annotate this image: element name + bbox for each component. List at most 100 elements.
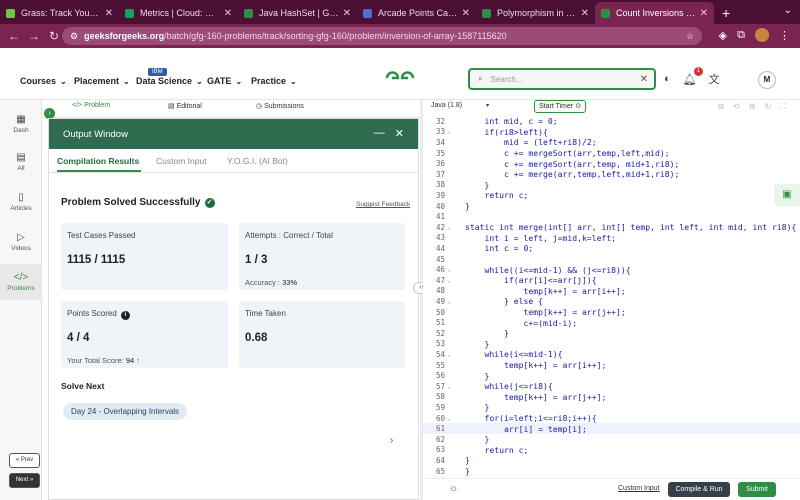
rail-item-all[interactable]: ▤ All [0, 152, 42, 172]
lightbulb-icon[interactable]: ☼ [449, 483, 458, 494]
fold-chevron-icon[interactable]: ⌄ [445, 266, 453, 273]
new-tab-button[interactable]: + [722, 2, 730, 24]
forward-icon[interactable]: → [24, 29, 44, 43]
close-icon[interactable]: ✕ [395, 127, 404, 140]
code-line[interactable]: 46 ⌄ while((i<=mid-1) && (j<=ri8)){ [423, 264, 800, 275]
tab-custom-input[interactable]: Custom Input [156, 156, 207, 166]
fold-chevron-icon[interactable]: ⌄ [445, 383, 453, 390]
compile-run-button[interactable]: Compile & Run [668, 482, 730, 497]
url-field[interactable]: ⚙ geeksforgeeks.org/batch/gfg-160-proble… [62, 27, 702, 45]
code-line[interactable]: 44 int c = 0; [423, 243, 800, 254]
browser-tab[interactable]: Arcade Points Calculato ✕ [357, 2, 476, 24]
code-line[interactable]: 62 } [423, 434, 800, 445]
code-line[interactable]: 49 ⌄ } else { [423, 296, 800, 307]
code-line[interactable]: 40} [423, 201, 800, 212]
code-line[interactable]: 63 return c; [423, 445, 800, 456]
translate-icon[interactable]: 文 [709, 71, 720, 87]
code-line[interactable]: 39 return c; [423, 190, 800, 201]
browser-tab[interactable]: Grass: Track Your Rewa ✕ [0, 2, 119, 24]
tab-yogi-ai-bot[interactable]: Y.O.G.I. (AI Bot) [227, 156, 288, 166]
code-line[interactable]: 59 } [423, 402, 800, 413]
fold-chevron-icon[interactable]: ⌄ [445, 298, 453, 305]
code-line[interactable]: 58 temp[k++] = arr[j++]; [423, 392, 800, 403]
browser-tab[interactable]: Polymorphism in Java | ✕ [476, 2, 595, 24]
code-line[interactable]: 64} [423, 455, 800, 466]
rail-item-problems[interactable]: </> Problems [0, 264, 42, 300]
code-line[interactable]: 41 [423, 211, 800, 222]
menu-data-science[interactable]: Data Science ⌄ [136, 76, 203, 86]
rail-item-articles[interactable]: ▯ Articles [0, 192, 42, 212]
back-icon[interactable]: ← [4, 29, 24, 43]
tab-compilation-results[interactable]: Compilation Results [57, 156, 139, 166]
submit-button[interactable]: Submit [738, 482, 776, 497]
fold-chevron-icon[interactable]: ⌄ [445, 128, 453, 135]
fold-chevron-icon[interactable]: ⌄ [445, 277, 453, 284]
code-line[interactable]: 54 ⌄ while(i<=mid-1){ [423, 349, 800, 360]
reload-icon[interactable]: ↻ [44, 29, 64, 43]
code-line[interactable]: 61 arr[i] = temp[i]; [423, 423, 800, 434]
profile-avatar[interactable] [755, 28, 769, 42]
fold-chevron-icon[interactable]: ⌄ [445, 351, 453, 358]
code-line[interactable]: 35 c += mergeSort(arr,temp,left,mid); [423, 148, 800, 159]
code-line[interactable]: 34 mid = (left+ri8)/2; [423, 137, 800, 148]
custom-input-link[interactable]: Custom Input [618, 485, 660, 492]
code-line[interactable]: 52 } [423, 328, 800, 339]
extension-icon[interactable]: ◈ [719, 29, 727, 42]
code-line[interactable]: 55 temp[k++] = arr[i++]; [423, 360, 800, 371]
next-button[interactable]: Next » [9, 473, 40, 488]
close-tab-icon[interactable]: ✕ [224, 8, 232, 19]
chevron-right-icon[interactable]: › [390, 435, 393, 446]
code-line[interactable]: 47 ⌄ if(arr[i]<=arr[j]){ [423, 275, 800, 286]
menu-placement[interactable]: Placement ⌄ [74, 76, 130, 86]
reset-icon[interactable]: ⟲ [733, 102, 740, 112]
search-input[interactable]: ⌕ Search... ✕ [468, 68, 656, 90]
close-tab-icon[interactable]: ✕ [700, 8, 708, 19]
code-line[interactable]: 45 [423, 254, 800, 265]
close-tab-icon[interactable]: ✕ [581, 8, 589, 19]
rail-item-dash[interactable]: ▦ Dash [0, 114, 42, 134]
close-tab-icon[interactable]: ✕ [105, 8, 113, 19]
code-line[interactable]: 56 } [423, 370, 800, 381]
user-avatar[interactable]: M [758, 71, 776, 89]
extensions-puzzle-icon[interactable]: ⧉ [737, 29, 745, 42]
code-line[interactable]: 36 c += mergeSort(arr,temp, mid+1,ri8); [423, 158, 800, 169]
tab-editorial[interactable]: ▤ Editorial [168, 102, 202, 110]
fold-chevron-icon[interactable]: ⌄ [445, 224, 453, 231]
code-line[interactable]: 53 } [423, 339, 800, 350]
tab-problem[interactable]: </> Problem [72, 102, 110, 109]
minimize-icon[interactable]: — [374, 127, 385, 140]
tab-submissions[interactable]: ◷ Submissions [256, 102, 304, 110]
rail-item-videos[interactable]: ▷ Videos [0, 232, 42, 252]
bell-icon[interactable]: 🔔︎ 1 [683, 66, 703, 86]
browser-tab[interactable]: Count Inversions | Prac ✕ [595, 2, 714, 24]
prev-button[interactable]: « Prev [9, 453, 40, 468]
code-line[interactable]: 37 c += merge(arr,temp,left,mid+1,ri8); [423, 169, 800, 180]
language-select[interactable]: Java (1.8) ▾ [431, 102, 489, 109]
code-line[interactable]: 65} [423, 466, 800, 477]
dark-mode-icon[interactable]: ◐ [664, 73, 671, 85]
code-line[interactable]: 38 } [423, 180, 800, 191]
code-line[interactable]: 32 int mid, c = 0; [423, 116, 800, 127]
browser-menu-icon[interactable]: ⋮ [779, 29, 790, 42]
site-info-icon[interactable]: ⚙ [70, 31, 78, 42]
info-icon[interactable]: i [120, 311, 130, 320]
suggest-feedback-link[interactable]: Suggest Feedback [356, 201, 410, 208]
code-line[interactable]: 33 ⌄ if(ri8>left){ [423, 127, 800, 138]
menu-courses[interactable]: Courses ⌄ [20, 76, 67, 86]
menu-gate[interactable]: GATE ⌄ [207, 76, 242, 86]
code-line[interactable]: 48 temp[k++] = arr[i++]; [423, 286, 800, 297]
settings-icon[interactable]: ⚙ [749, 102, 756, 112]
tab-search-icon[interactable]: ⌄ [784, 5, 792, 16]
code-line[interactable]: 51 c+=(mid-i); [423, 317, 800, 328]
code-editor[interactable]: 32 int mid, c = 0; 33 ⌄ if(ri8>left){34 mi… [423, 116, 800, 478]
code-line[interactable]: 42 ⌄ static int merge(int[] arr, int[] tem… [423, 222, 800, 233]
copy-icon[interactable]: ⧉ [718, 102, 724, 112]
browser-tab[interactable]: Metrics | Cloud: Mongo ✕ [119, 2, 238, 24]
code-line[interactable]: 43 int i = left, j=mid,k=left; [423, 233, 800, 244]
close-tab-icon[interactable]: ✕ [462, 8, 470, 19]
code-line[interactable]: 57 ⌄ while(j<=ri8){ [423, 381, 800, 392]
gfg-logo[interactable] [384, 70, 416, 86]
code-line[interactable]: 50 temp[k++] = arr[j++]; [423, 307, 800, 318]
next-problem-chip[interactable]: Day 24 - Overlapping Intervals [63, 403, 188, 420]
fold-chevron-icon[interactable]: ⌄ [445, 415, 453, 422]
